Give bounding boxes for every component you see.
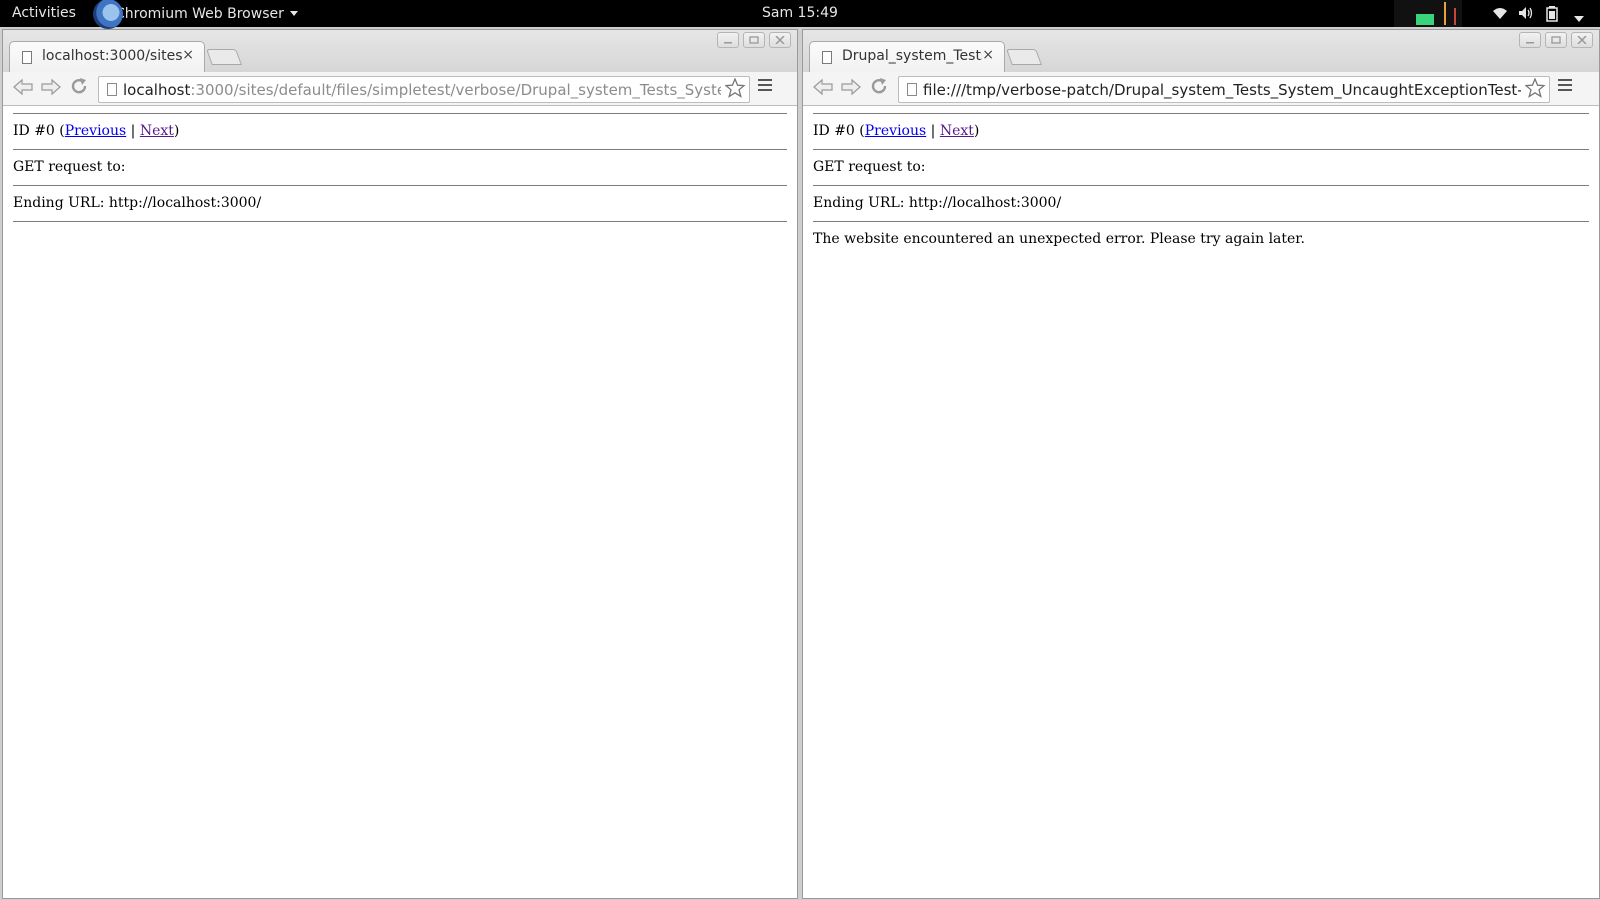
previous-link[interactable]: Previous bbox=[865, 123, 926, 139]
error-message: The website encountered an unexpected er… bbox=[813, 231, 1305, 247]
clock[interactable]: Sam 15:49 bbox=[762, 5, 838, 21]
volume-icon[interactable] bbox=[1518, 6, 1534, 24]
chromium-app-icon bbox=[93, 0, 123, 29]
close-tab-icon[interactable]: × bbox=[182, 47, 194, 63]
app-menu[interactable]: Chromium Web Browser bbox=[93, 0, 298, 29]
address-text: localhost:3000/sites/default/files/simpl… bbox=[123, 81, 721, 99]
divider bbox=[13, 221, 787, 222]
new-tab-button[interactable] bbox=[206, 49, 242, 65]
get-request-text: GET request to: bbox=[13, 159, 126, 175]
system-menu-chevron-icon[interactable] bbox=[1574, 10, 1584, 26]
tab-active[interactable]: localhost:3000/sites/default/files/simpl… bbox=[9, 41, 205, 72]
page-content: ID #0 (Previous | Next) GET request to: … bbox=[803, 107, 1599, 898]
url-path: :3000/sites/default/files/simpletest/ver… bbox=[190, 81, 721, 99]
page-icon bbox=[107, 83, 117, 96]
page-icon bbox=[822, 51, 832, 64]
separator: | bbox=[926, 123, 940, 139]
activities-button[interactable]: Activities bbox=[12, 5, 76, 21]
id-label: ID #0 ( bbox=[13, 123, 65, 139]
id-suffix: ) bbox=[973, 123, 980, 139]
forward-button[interactable] bbox=[39, 77, 63, 101]
tab-active[interactable]: Drupal_system_Tests_System_UncaughtExcep… bbox=[809, 41, 1005, 72]
address-bar[interactable]: localhost:3000/sites/default/files/simpl… bbox=[98, 76, 750, 103]
previous-link[interactable]: Previous bbox=[65, 123, 126, 139]
url-full: file:///tmp/verbose-patch/Drupal_system_… bbox=[923, 81, 1521, 99]
tab-title: Drupal_system_Tests_System_UncaughtExcep… bbox=[842, 48, 982, 64]
forward-button[interactable] bbox=[839, 77, 863, 101]
maximize-button[interactable] bbox=[743, 32, 765, 48]
hamburger-menu-icon[interactable] bbox=[1558, 79, 1572, 95]
page-content: ID #0 (Previous | Next) GET request to: … bbox=[3, 107, 797, 898]
window-controls bbox=[717, 32, 791, 48]
monitor-bar-red bbox=[1454, 8, 1456, 25]
close-tab-icon[interactable]: × bbox=[982, 47, 994, 63]
bookmark-star-icon[interactable] bbox=[724, 77, 746, 103]
reload-button[interactable] bbox=[67, 77, 91, 101]
tab-strip: Drupal_system_Tests_System_UncaughtExcep… bbox=[803, 30, 1599, 72]
id-label: ID #0 ( bbox=[813, 123, 865, 139]
address-text: file:///tmp/verbose-patch/Drupal_system_… bbox=[923, 81, 1521, 99]
back-button[interactable] bbox=[811, 77, 835, 101]
reload-button[interactable] bbox=[867, 77, 891, 101]
back-button[interactable] bbox=[11, 77, 35, 101]
system-top-bar: Activities Chromium Web Browser Sam 15:4… bbox=[0, 0, 1600, 29]
browser-toolbar: file:///tmp/verbose-patch/Drupal_system_… bbox=[803, 72, 1599, 106]
tab-strip: localhost:3000/sites/default/files/simpl… bbox=[3, 30, 797, 72]
id-suffix: ) bbox=[173, 123, 180, 139]
ending-url-text: Ending URL: http://localhost:3000/ bbox=[13, 195, 262, 211]
browser-window-left: localhost:3000/sites/default/files/simpl… bbox=[2, 29, 798, 899]
wifi-icon[interactable] bbox=[1492, 6, 1508, 24]
page-icon bbox=[22, 51, 32, 64]
close-window-button[interactable] bbox=[1571, 32, 1593, 48]
page-icon bbox=[907, 83, 917, 96]
ending-url-text: Ending URL: http://localhost:3000/ bbox=[813, 195, 1062, 211]
address-bar[interactable]: file:///tmp/verbose-patch/Drupal_system_… bbox=[898, 76, 1550, 103]
tab-title: localhost:3000/sites/default/files/simpl… bbox=[42, 48, 182, 64]
close-window-button[interactable] bbox=[769, 32, 791, 48]
hamburger-menu-icon[interactable] bbox=[758, 79, 772, 95]
monitor-bar-orange bbox=[1444, 2, 1446, 25]
system-monitor-graph bbox=[1394, 0, 1462, 27]
get-request-text: GET request to: bbox=[813, 159, 926, 175]
id-navigation: ID #0 (Previous | Next) bbox=[813, 114, 1589, 149]
minimize-button[interactable] bbox=[717, 32, 739, 48]
monitor-bar-green bbox=[1416, 14, 1434, 25]
url-host: localhost bbox=[123, 81, 191, 99]
chevron-down-icon bbox=[289, 11, 298, 16]
new-tab-button[interactable] bbox=[1006, 49, 1042, 65]
next-link[interactable]: Next bbox=[140, 123, 174, 139]
window-controls bbox=[1519, 32, 1593, 48]
next-link[interactable]: Next bbox=[940, 123, 974, 139]
battery-icon[interactable] bbox=[1546, 6, 1558, 26]
minimize-button[interactable] bbox=[1519, 32, 1541, 48]
separator: | bbox=[126, 123, 140, 139]
bookmark-star-icon[interactable] bbox=[1524, 77, 1546, 103]
app-menu-label: Chromium Web Browser bbox=[115, 5, 284, 22]
browser-toolbar: localhost:3000/sites/default/files/simpl… bbox=[3, 72, 797, 106]
browser-window-right: Drupal_system_Tests_System_UncaughtExcep… bbox=[802, 29, 1600, 899]
id-navigation: ID #0 (Previous | Next) bbox=[13, 114, 787, 149]
maximize-button[interactable] bbox=[1545, 32, 1567, 48]
